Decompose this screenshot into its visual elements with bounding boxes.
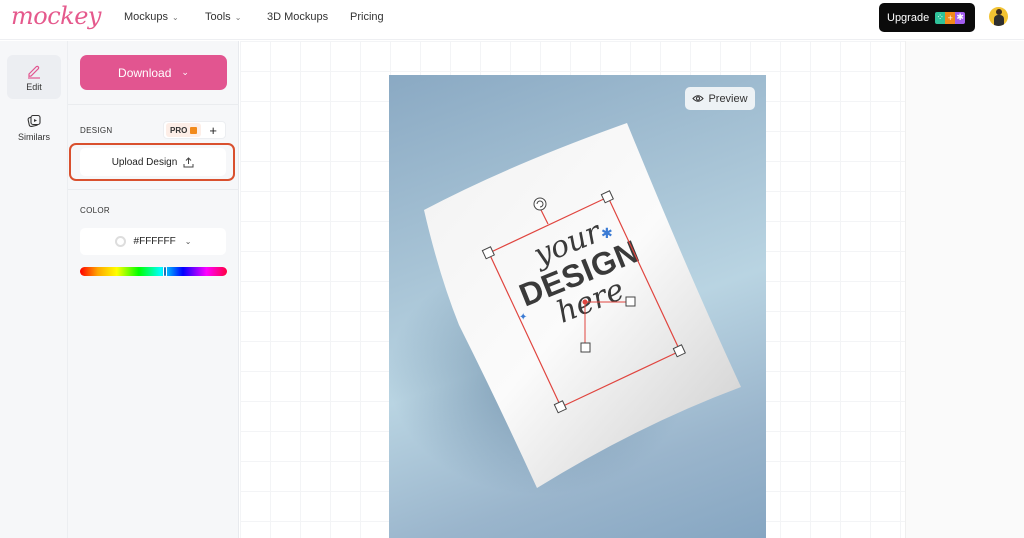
resize-handle-tr[interactable] — [600, 190, 614, 204]
resize-handle-bl[interactable] — [553, 400, 567, 414]
pivot-point[interactable] — [582, 299, 588, 305]
rotate-handle[interactable] — [533, 197, 547, 211]
preview-button[interactable]: Preview — [685, 87, 755, 110]
sparkle-decoration: ✱ — [601, 226, 613, 242]
eye-icon — [692, 95, 705, 102]
resize-handle-tl[interactable] — [481, 246, 495, 260]
axis-y-handle[interactable] — [580, 342, 591, 353]
selection-overlay: ✱ ✦ — [481, 190, 686, 414]
rotate-stem — [540, 209, 549, 225]
diamond-decoration: ✦ — [519, 312, 527, 323]
resize-handle-br[interactable] — [672, 344, 686, 358]
axis-x-handle[interactable] — [625, 296, 636, 307]
preview-label: Preview — [708, 92, 748, 105]
